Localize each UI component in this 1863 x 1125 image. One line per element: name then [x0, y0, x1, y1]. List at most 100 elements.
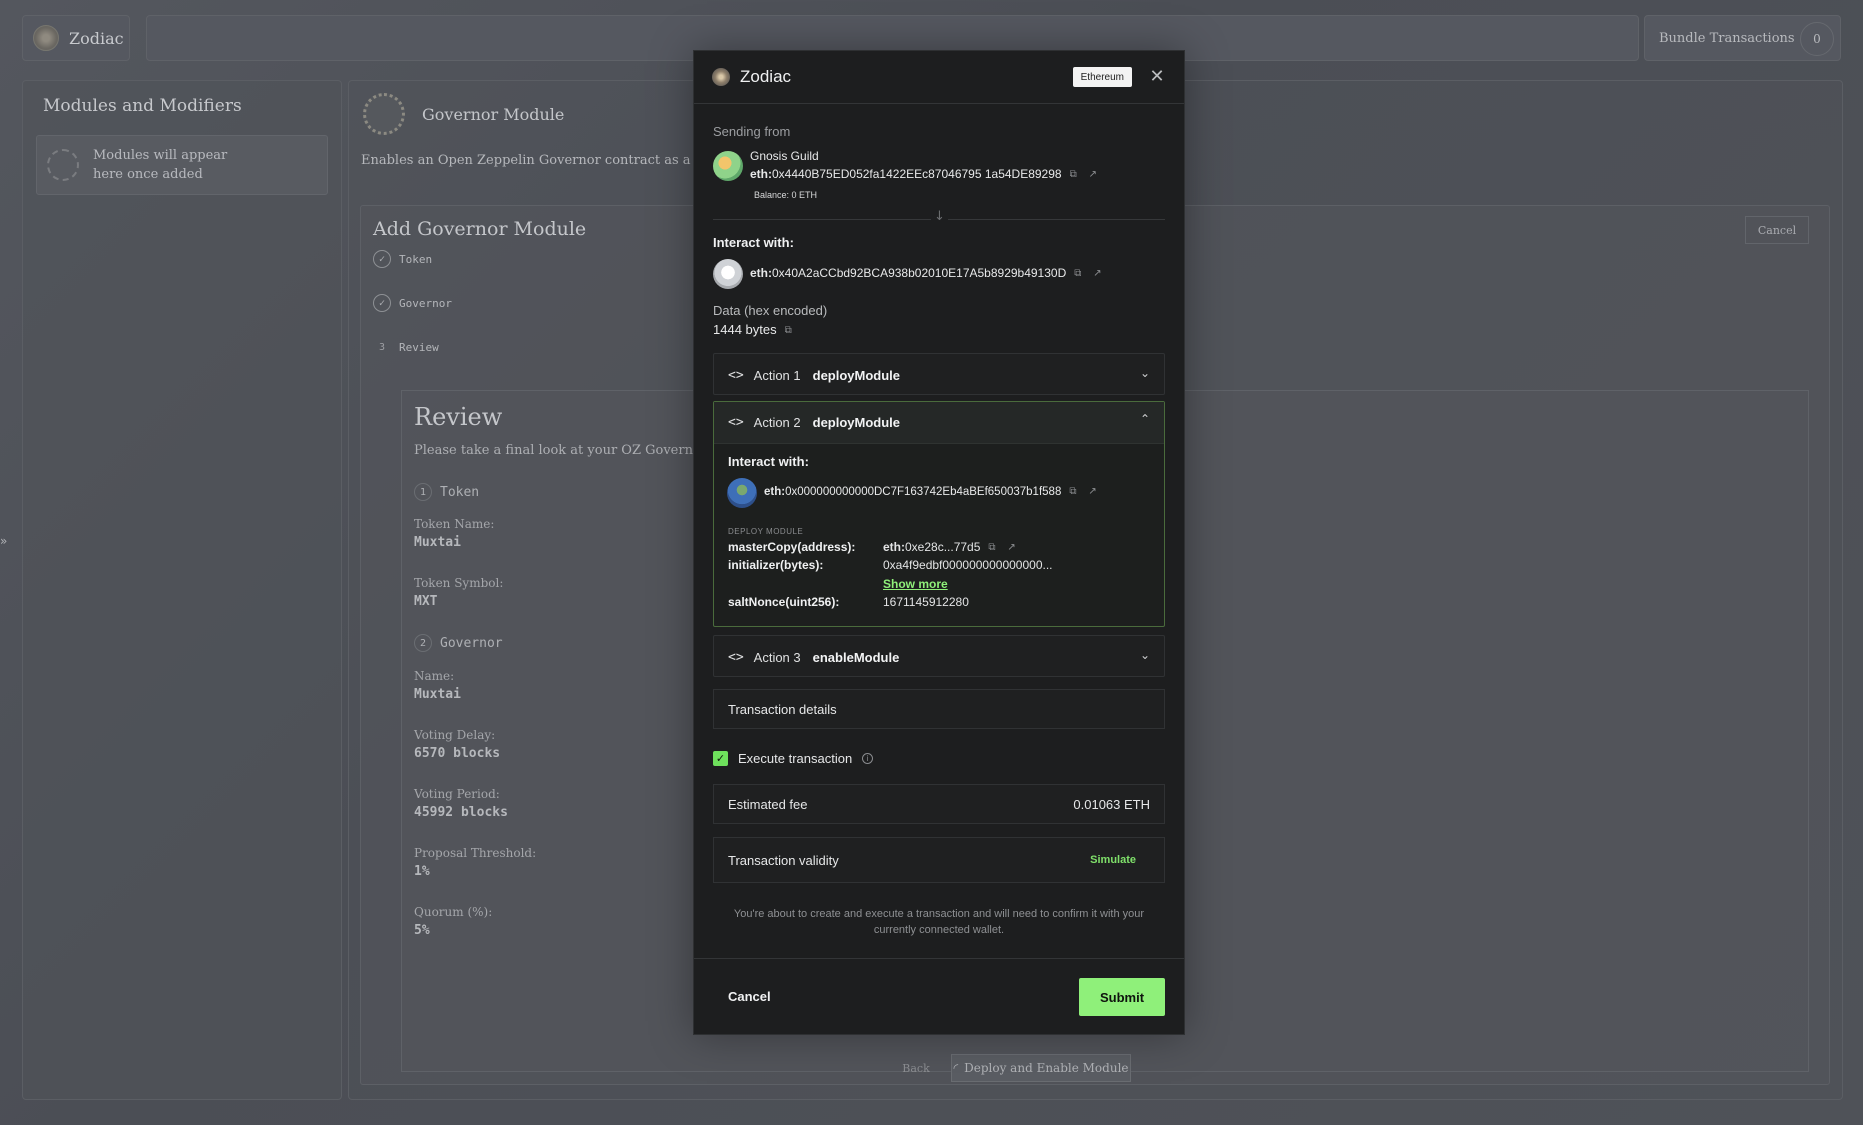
address-prefix: eth: [750, 266, 772, 280]
check-icon: ✓ [373, 250, 391, 268]
submit-button[interactable]: Submit [1079, 978, 1165, 1016]
external-link-icon[interactable]: ↗ [1089, 169, 1100, 180]
execute-transaction-checkbox[interactable]: ✓ [713, 751, 728, 766]
sending-from-label: Sending from [713, 124, 791, 139]
action-1[interactable]: <> Action 1 deployModule ⌄ [713, 353, 1165, 395]
step-label: Review [399, 340, 439, 354]
sidebar-title: Modules and Modifiers [43, 96, 242, 116]
transaction-details-label: Transaction details [728, 701, 837, 717]
sender-balance: Balance: 0 ETH [754, 190, 818, 200]
copy-icon[interactable]: ⧉ [1074, 268, 1085, 279]
action-2[interactable]: <> Action 2 deployModule ⌃ Interact with… [713, 401, 1165, 627]
code-icon: <> [728, 415, 744, 430]
action-number: Action 3 [753, 649, 801, 665]
action-number: Action 2 [753, 415, 801, 430]
address-value: 0x000000000000DC7F163742Eb4aBEf650037b1f… [785, 486, 1062, 498]
target-avatar [713, 259, 743, 289]
step-governor[interactable]: ✓ Governor [373, 294, 452, 312]
chevron-down-icon: ⌄ [1139, 366, 1150, 380]
module-title: Governor Module [422, 105, 565, 124]
chevron-up-icon: ⌃ [1139, 412, 1150, 426]
param-name: masterCopy(address): [728, 540, 856, 554]
address-prefix: eth: [764, 486, 786, 498]
section-title: Token [440, 484, 480, 500]
param-value: eth:0xe28c...77d5 ⧉ ↗ [883, 540, 1018, 554]
modules-empty-state: Modules will appear here once added [36, 135, 328, 195]
governor-module-icon [363, 93, 405, 135]
empty-state-text: Modules will appear here once added [93, 148, 228, 182]
sender-name: Gnosis Guild [750, 149, 819, 163]
param-value: 1671145912280 [883, 595, 969, 609]
action-3-header[interactable]: <> Action 3 enableModule ⌄ [714, 636, 1164, 678]
modal-footer: Cancel Submit [694, 958, 1184, 1034]
review-section-governor: 2 Governor [414, 634, 503, 652]
copy-icon[interactable]: ⧉ [1069, 486, 1080, 497]
data-label: Data (hex encoded) [713, 303, 828, 318]
show-more-link[interactable]: Show more [883, 577, 948, 591]
param-name: initializer(bytes): [728, 558, 824, 572]
section-number: 2 [414, 634, 432, 652]
step-label: Token [399, 252, 433, 266]
copy-icon[interactable]: ⧉ [988, 542, 999, 553]
review-title: Review [414, 403, 503, 431]
address-value: 0xe28c...77d5 [905, 540, 981, 554]
step-review[interactable]: 3 Review [373, 338, 439, 356]
action-number: Action 1 [753, 367, 801, 383]
module-description: Enables an Open Zeppelin Governor contra… [361, 153, 744, 168]
copy-icon[interactable]: ⧉ [785, 325, 796, 336]
modal-title: Zodiac [740, 67, 792, 86]
field-label: Name: [414, 669, 455, 683]
sender-avatar [713, 151, 743, 181]
fee-value: 0.01063 ETH [1073, 796, 1150, 812]
action-function: deployModule [812, 415, 901, 430]
step-label: Governor [399, 296, 452, 310]
field-value: 1% [414, 864, 430, 879]
field-value: 6570 blocks [414, 746, 501, 761]
form-cancel-button[interactable]: Cancel [1745, 216, 1809, 244]
module-avatar [727, 478, 757, 508]
data-size: 1444 bytes ⧉ [713, 322, 796, 337]
estimated-fee-row: Estimated fee 0.01063 ETH [713, 784, 1165, 824]
validity-label: Transaction validity [728, 852, 839, 868]
target-address: eth:0x40A2aCCbd92BCA938b02010E17A5b8929b… [750, 266, 1104, 280]
network-badge: Ethereum [1072, 67, 1132, 87]
step-token[interactable]: ✓ Token [373, 250, 432, 268]
simulate-button[interactable]: Simulate [1076, 846, 1150, 874]
external-link-icon[interactable]: ↗ [1093, 268, 1104, 279]
bundle-transactions-button[interactable]: Bundle Transactions 0 [1644, 15, 1841, 61]
param-row: saltNonce(uint256): 1671145912280 [728, 595, 969, 609]
loading-spinner-icon: ◜ [953, 1061, 959, 1075]
param-value: 0xa4f9edbf000000000000000... [883, 558, 1053, 572]
external-link-icon[interactable]: ↗ [1007, 542, 1018, 553]
form-title: Add Governor Module [373, 218, 587, 240]
deploy-module-label: DEPLOY MODULE [728, 527, 804, 536]
zodiac-logo-icon [712, 68, 730, 86]
bundle-label: Bundle Transactions [1659, 30, 1795, 46]
interact-with-label: Interact with: [713, 235, 794, 250]
close-icon[interactable]: ✕ [1146, 65, 1168, 87]
field-value: Muxtai [414, 535, 461, 550]
action-3[interactable]: <> Action 3 enableModule ⌄ [713, 635, 1165, 677]
code-icon: <> [728, 649, 744, 665]
expand-sidebar-icon[interactable]: » [0, 534, 7, 548]
info-icon[interactable]: i [862, 753, 874, 764]
sender-address: eth:0x4440B75ED052fa1422EEc87046795 1a54… [750, 167, 1100, 181]
cancel-button[interactable]: Cancel [714, 977, 785, 1015]
back-button[interactable]: Back [891, 1054, 941, 1082]
confirmation-note: You're about to create and execute a tra… [733, 908, 1145, 936]
deploy-label: Deploy and Enable Module [964, 1061, 1129, 1075]
modal-header: Zodiac Ethereum ✕ [694, 51, 1184, 104]
show-more-row: Show more [883, 577, 948, 591]
transaction-validity-row: Transaction validity Simulate [713, 837, 1165, 883]
external-link-icon[interactable]: ↗ [1088, 486, 1099, 497]
loading-spinner-icon [47, 149, 79, 181]
transaction-details-toggle[interactable]: Transaction details [713, 689, 1165, 729]
action-1-header[interactable]: <> Action 1 deployModule ⌄ [714, 354, 1164, 396]
app-logo[interactable]: Zodiac [22, 15, 130, 61]
action-2-header[interactable]: <> Action 2 deployModule ⌃ [714, 402, 1164, 444]
field-label: Quorum (%): [414, 905, 493, 919]
field-label: Voting Period: [414, 787, 500, 801]
field-label: Proposal Threshold: [414, 846, 537, 860]
copy-icon[interactable]: ⧉ [1070, 169, 1081, 180]
deploy-enable-module-button[interactable]: ◜ Deploy and Enable Module [951, 1054, 1131, 1082]
